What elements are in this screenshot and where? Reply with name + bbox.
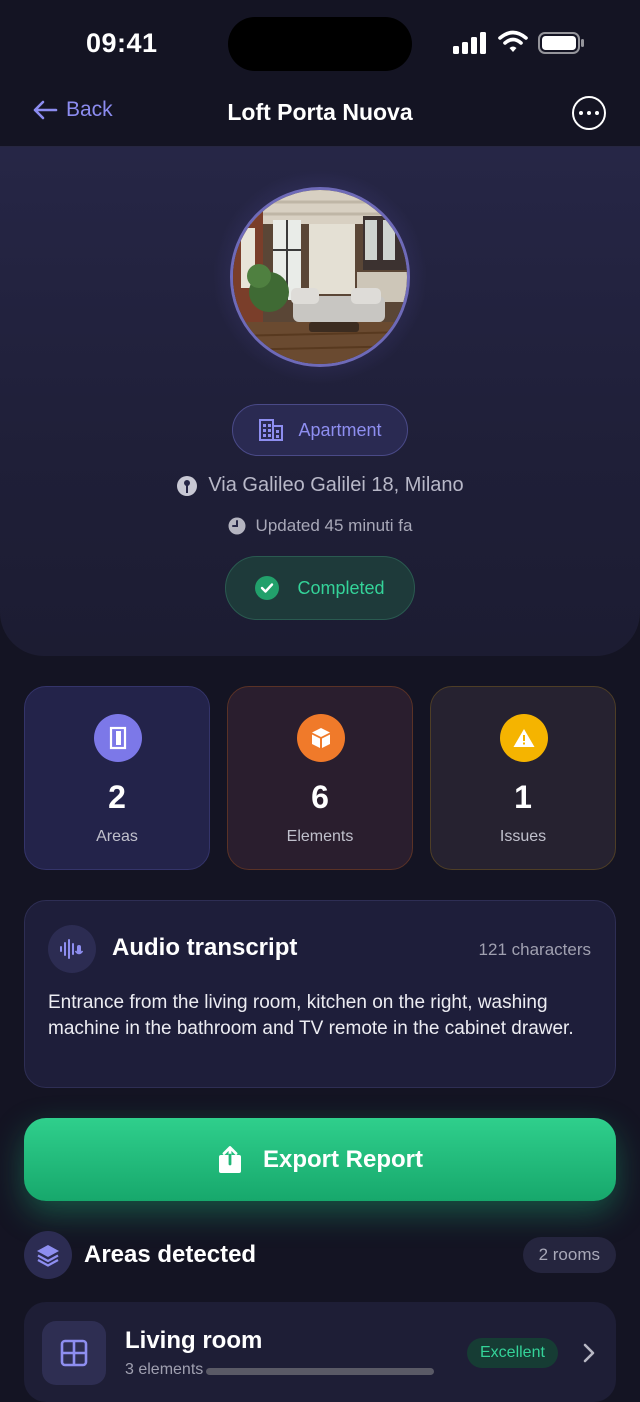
navigation-bar: Back Loft Porta Nuova — [0, 84, 640, 147]
export-label: Export Report — [262, 1145, 423, 1173]
property-photo — [230, 187, 410, 367]
stat-label: Areas — [96, 828, 138, 845]
status-bar: 09:41 — [0, 0, 640, 84]
more-dot-icon — [579, 111, 583, 115]
property-header: Apartment Via Galileo Galilei 18, Milano… — [0, 147, 640, 656]
property-type-label: Apartment — [298, 419, 382, 440]
audio-waveform-icon — [48, 925, 96, 973]
transcript-char-count: 121 characters — [478, 940, 591, 959]
stat-value: 2 — [108, 779, 126, 815]
layers-icon — [24, 1231, 72, 1279]
areas-section-title: Areas detected — [84, 1241, 257, 1268]
chevron-right-icon — [583, 1343, 595, 1363]
home-indicator[interactable] — [206, 1368, 434, 1375]
stat-issues-card[interactable]: 1 Issues — [430, 686, 616, 870]
transcript-title: Audio transcript — [112, 934, 298, 961]
property-type-chip: Apartment — [232, 404, 408, 456]
areas-section-header: Areas detected 2 rooms — [24, 1231, 616, 1281]
more-options-button[interactable] — [572, 96, 606, 130]
location-pin-icon — [177, 475, 198, 496]
rooms-count-badge: 2 rooms — [522, 1237, 616, 1273]
status-time: 09:41 — [86, 28, 158, 58]
stat-label: Issues — [499, 828, 547, 845]
status-badge: Completed — [225, 556, 415, 620]
more-dot-icon — [587, 111, 591, 115]
stat-label: Elements — [286, 828, 354, 845]
last-updated: Updated 45 minuti fa — [0, 516, 640, 536]
stat-value: 1 — [514, 779, 532, 815]
clock-icon — [228, 517, 246, 535]
property-address: Via Galileo Galilei 18, Milano — [0, 474, 640, 497]
stat-elements-card[interactable]: 6 Elements — [227, 686, 413, 870]
status-label: Completed — [297, 577, 385, 598]
updated-text: Updated 45 minuti fa — [255, 516, 413, 535]
warning-icon — [500, 714, 548, 762]
loft-interior-image — [233, 190, 407, 364]
audio-transcript-card: Audio transcript 121 characters Entrance… — [24, 900, 616, 1088]
building-icon — [259, 419, 284, 441]
address-text: Via Galileo Galilei 18, Milano — [208, 474, 464, 496]
battery-icon — [538, 32, 584, 54]
room-list-item[interactable]: Living room 3 elements Excellent — [24, 1302, 616, 1402]
room-rating-badge: Excellent — [467, 1338, 558, 1368]
wifi-icon — [498, 30, 528, 52]
more-dot-icon — [595, 111, 599, 115]
check-icon — [255, 576, 280, 600]
door-icon — [94, 714, 142, 762]
grid-icon — [42, 1321, 106, 1385]
share-icon — [218, 1145, 241, 1173]
export-report-button[interactable]: Export Report — [24, 1118, 616, 1201]
box-icon — [297, 714, 345, 762]
room-name: Living room — [125, 1327, 263, 1354]
page-title: Loft Porta Nuova — [227, 99, 413, 125]
cellular-signal-icon — [453, 32, 486, 54]
transcript-text: Entrance from the living room, kitchen o… — [48, 992, 574, 1039]
dynamic-island — [228, 17, 412, 71]
stat-value: 6 — [311, 779, 329, 815]
room-element-count: 3 elements — [125, 1361, 204, 1378]
stat-areas-card[interactable]: 2 Areas — [24, 686, 210, 870]
